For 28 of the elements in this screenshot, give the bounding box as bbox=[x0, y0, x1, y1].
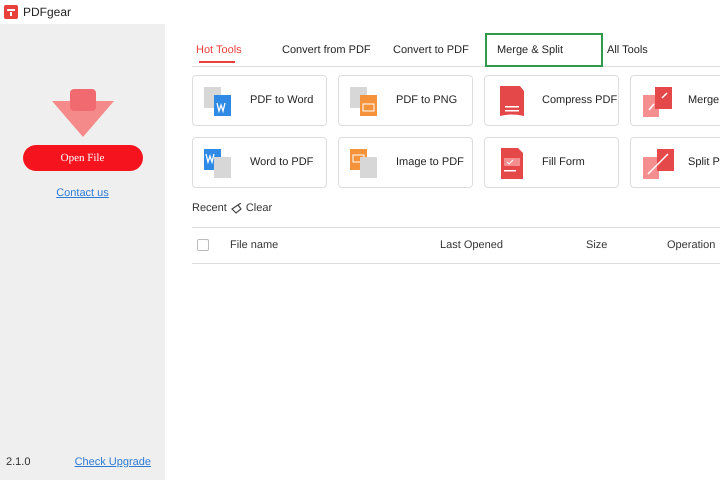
broom-icon bbox=[230, 202, 243, 214]
tool-card[interactable]: PDF to Word bbox=[192, 75, 327, 126]
select-all-checkbox[interactable] bbox=[197, 239, 209, 251]
column-header: Operation bbox=[667, 238, 716, 253]
column-header: Size bbox=[586, 238, 608, 253]
tab[interactable]: Hot Tools bbox=[192, 33, 278, 67]
tab[interactable]: Convert to PDF bbox=[389, 33, 485, 67]
tool-card[interactable]: Merge bbox=[630, 75, 720, 126]
tool-card[interactable]: Image to PDF bbox=[338, 137, 473, 188]
download-arrow-icon bbox=[52, 89, 114, 137]
tab[interactable]: Convert from PDF bbox=[278, 33, 389, 67]
recent-label: Recent bbox=[192, 201, 227, 216]
app-logo-icon bbox=[4, 5, 18, 19]
clear-button[interactable]: Clear bbox=[230, 200, 272, 216]
column-header: Last Opened bbox=[440, 238, 504, 253]
tool-card[interactable]: Fill Form bbox=[484, 137, 619, 188]
tool-card[interactable]: Word to PDF bbox=[192, 137, 327, 188]
column-header: File name bbox=[230, 238, 280, 253]
tool-card[interactable]: PDF to PNG bbox=[338, 75, 473, 126]
contact-us-link[interactable]: Contact us bbox=[56, 185, 109, 202]
window-title: PDFgear bbox=[23, 4, 72, 21]
tool-card[interactable]: Split P bbox=[630, 137, 720, 188]
version-label: 2.1.0 bbox=[6, 454, 30, 470]
open-file-button[interactable]: Open File bbox=[22, 145, 142, 171]
tab[interactable]: All Tools bbox=[603, 33, 703, 67]
check-upgrade-link[interactable]: Check Upgrade bbox=[74, 454, 151, 470]
tool-card[interactable]: Compress PDF bbox=[484, 75, 619, 126]
tab[interactable]: Merge & Split bbox=[485, 33, 603, 67]
